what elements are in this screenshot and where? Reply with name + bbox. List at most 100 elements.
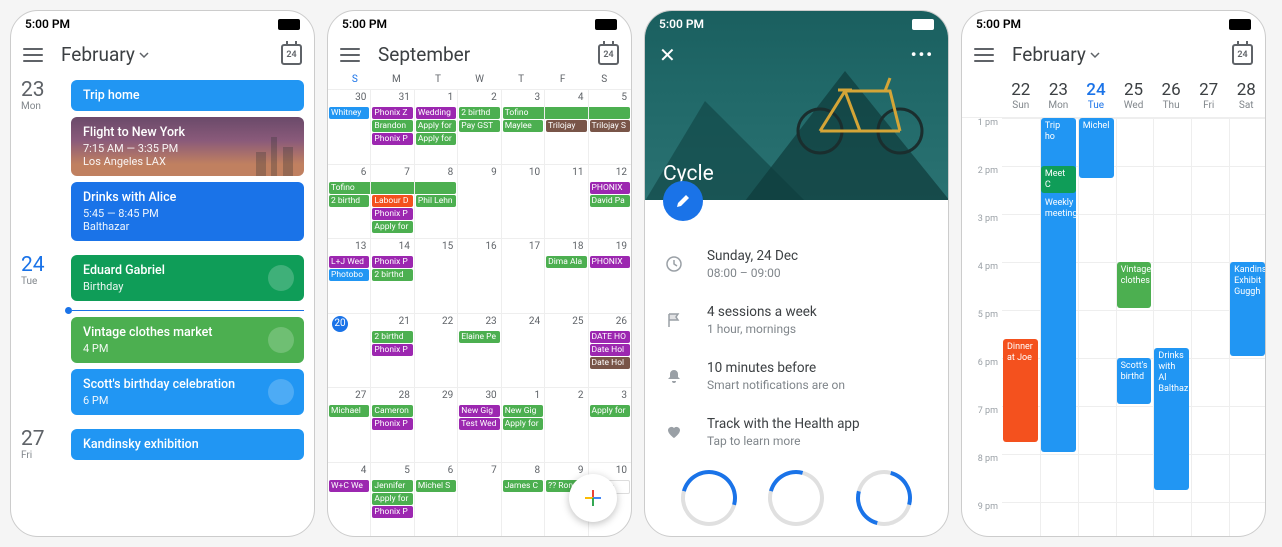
month-cell[interactable]: 25: [545, 314, 588, 388]
month-cell[interactable]: 30New GigTest Wed: [458, 388, 501, 462]
week-day-header[interactable]: 27Fri: [1190, 80, 1228, 111]
month-cell[interactable]: 7 Labour DPhonix PApply for: [371, 165, 414, 239]
week-day-header[interactable]: 28Sat: [1227, 80, 1265, 111]
detail-row[interactable]: Sunday, 24 Dec08:00 – 09:00: [663, 236, 930, 292]
month-cell[interactable]: 12PHONIXDavid Pa: [589, 165, 631, 239]
month-cell[interactable]: 5 Trilojay S: [589, 90, 631, 164]
detail-row[interactable]: Track with the Health appTap to learn mo…: [663, 404, 930, 460]
week-event[interactable]: Scott's birthd: [1117, 358, 1152, 404]
event-chip[interactable]: James C: [503, 480, 543, 492]
month-cell[interactable]: 17: [502, 239, 545, 313]
month-cell[interactable]: 15: [415, 239, 458, 313]
week-event[interactable]: Vintage clothes: [1117, 262, 1152, 308]
detail-row[interactable]: 4 sessions a week1 hour, mornings: [663, 292, 930, 348]
week-timeline[interactable]: 1 pm2 pm3 pm4 pm5 pm6 pm7 pm8 pm9 pm Tri…: [962, 118, 1265, 536]
event-chip[interactable]: New Gig: [503, 405, 543, 417]
week-event[interactable]: Dinner at Joe: [1003, 339, 1038, 443]
week-event[interactable]: Meet C: [1041, 166, 1076, 193]
event-chip[interactable]: [371, 182, 413, 194]
week-day-header[interactable]: 23Mon: [1040, 80, 1078, 111]
hamburger-icon[interactable]: [340, 48, 360, 62]
event-chip[interactable]: Apply for: [372, 493, 412, 505]
event-chip[interactable]: [589, 107, 630, 119]
event-chip[interactable]: DATE HO: [590, 331, 630, 343]
month-cell[interactable]: 30Whitney: [328, 90, 371, 164]
event-chip[interactable]: Elaine Pe: [459, 331, 499, 343]
event-chip[interactable]: Jennifer: [372, 480, 412, 492]
event-chip[interactable]: Phonix P: [372, 344, 412, 356]
week-event[interactable]: Kandins Exhibit Guggh: [1230, 262, 1265, 356]
event-chip[interactable]: Dima Ala: [546, 256, 586, 268]
month-cell[interactable]: 8 Phil Lehn: [415, 165, 458, 239]
event-chip[interactable]: 2 birthd: [372, 269, 412, 281]
event-chip[interactable]: Photobo: [329, 269, 369, 281]
hamburger-icon[interactable]: [974, 48, 994, 62]
month-cell[interactable]: 16: [458, 239, 501, 313]
event-chip[interactable]: Test Wed: [459, 418, 499, 430]
month-cell[interactable]: 20: [328, 314, 371, 388]
week-day-header[interactable]: 24Tue: [1077, 80, 1115, 111]
event-chip[interactable]: Labour D: [372, 195, 412, 207]
month-cell[interactable]: 6Michel S: [415, 463, 458, 537]
event-chip[interactable]: Trilojay: [546, 120, 586, 132]
edit-fab[interactable]: [663, 181, 703, 221]
month-cell[interactable]: 13L+J WedPhotobo: [328, 239, 371, 313]
event-chip[interactable]: Brandon: [372, 120, 412, 132]
event-chip[interactable]: New Gig: [459, 405, 499, 417]
month-cell[interactable]: 2: [545, 388, 588, 462]
week-day-header[interactable]: 25Wed: [1115, 80, 1153, 111]
event-chip[interactable]: PHONIX: [590, 182, 630, 194]
event-chip[interactable]: Pay GST: [459, 120, 499, 132]
month-cell[interactable]: 9: [458, 165, 501, 239]
event-chip[interactable]: Tofino: [503, 107, 544, 119]
month-cell[interactable]: 29: [415, 388, 458, 462]
event-chip[interactable]: L+J Wed: [329, 256, 369, 268]
event-chip[interactable]: [545, 107, 587, 119]
month-cell[interactable]: 22: [415, 314, 458, 388]
event-chip[interactable]: Apply for: [503, 418, 543, 430]
event-card[interactable]: Scott's birthday celebration6 PM: [71, 369, 304, 415]
today-icon[interactable]: 24: [598, 44, 619, 65]
event-chip[interactable]: Apply for: [590, 405, 630, 417]
month-cell[interactable]: 1WeddingApply forApply for: [415, 90, 458, 164]
hamburger-icon[interactable]: [23, 48, 43, 62]
event-chip[interactable]: Michael: [329, 405, 369, 417]
month-cell[interactable]: 27Michael: [328, 388, 371, 462]
week-day-header[interactable]: 22Sun: [1002, 80, 1040, 111]
week-days-header[interactable]: 22Sun23Mon24Tue25Wed26Thu27Fri28Sat: [962, 76, 1265, 118]
month-cell[interactable]: 28CameronPhonix P: [371, 388, 414, 462]
month-cell[interactable]: 3TofinoMaylee: [502, 90, 545, 164]
week-day-header[interactable]: 26Thu: [1152, 80, 1190, 111]
event-chip[interactable]: Phonix P: [372, 208, 412, 220]
event-chip[interactable]: PHONIX: [590, 256, 630, 268]
event-chip[interactable]: Phonix P: [372, 506, 412, 518]
event-chip[interactable]: 2 birthd: [372, 331, 412, 343]
event-chip[interactable]: Date Hol: [590, 357, 630, 369]
week-event[interactable]: Weekly meeting: [1041, 195, 1076, 275]
event-chip[interactable]: Apply for: [416, 120, 456, 132]
week-event[interactable]: Michel: [1079, 118, 1114, 178]
event-chip[interactable]: Phonix P: [372, 418, 412, 430]
close-icon[interactable]: ✕: [659, 43, 676, 67]
month-dropdown[interactable]: February: [61, 43, 149, 66]
month-cell[interactable]: 7: [458, 463, 501, 537]
event-chip[interactable]: Phonix P: [372, 133, 412, 145]
event-card[interactable]: Flight to New York7:15 AM — 3:35 PMLos A…: [71, 117, 304, 176]
event-chip[interactable]: David Pa: [590, 195, 630, 207]
create-event-fab[interactable]: [569, 474, 617, 522]
month-dropdown[interactable]: September: [378, 43, 470, 66]
month-cell[interactable]: 10: [502, 165, 545, 239]
month-cell[interactable]: 18Dima Ala: [545, 239, 588, 313]
event-card[interactable]: Vintage clothes market4 PM: [71, 317, 304, 363]
month-cell[interactable]: 19PHONIX: [589, 239, 631, 313]
month-cell[interactable]: 8James C: [502, 463, 545, 537]
schedule-list[interactable]: 23MonTrip homeFlight to New York7:15 AM …: [11, 76, 314, 536]
month-cell[interactable]: 31Phonix ZBrandonPhonix P: [371, 90, 414, 164]
event-chip[interactable]: Phonix Z: [372, 107, 412, 119]
event-chip[interactable]: Apply for: [416, 133, 456, 145]
month-dropdown[interactable]: February: [1012, 43, 1100, 66]
event-chip[interactable]: Michel S: [416, 480, 456, 492]
event-chip[interactable]: Phil Lehn: [416, 195, 456, 207]
month-cell[interactable]: 1New GigApply for: [502, 388, 545, 462]
event-chip[interactable]: Wedding: [416, 107, 456, 119]
